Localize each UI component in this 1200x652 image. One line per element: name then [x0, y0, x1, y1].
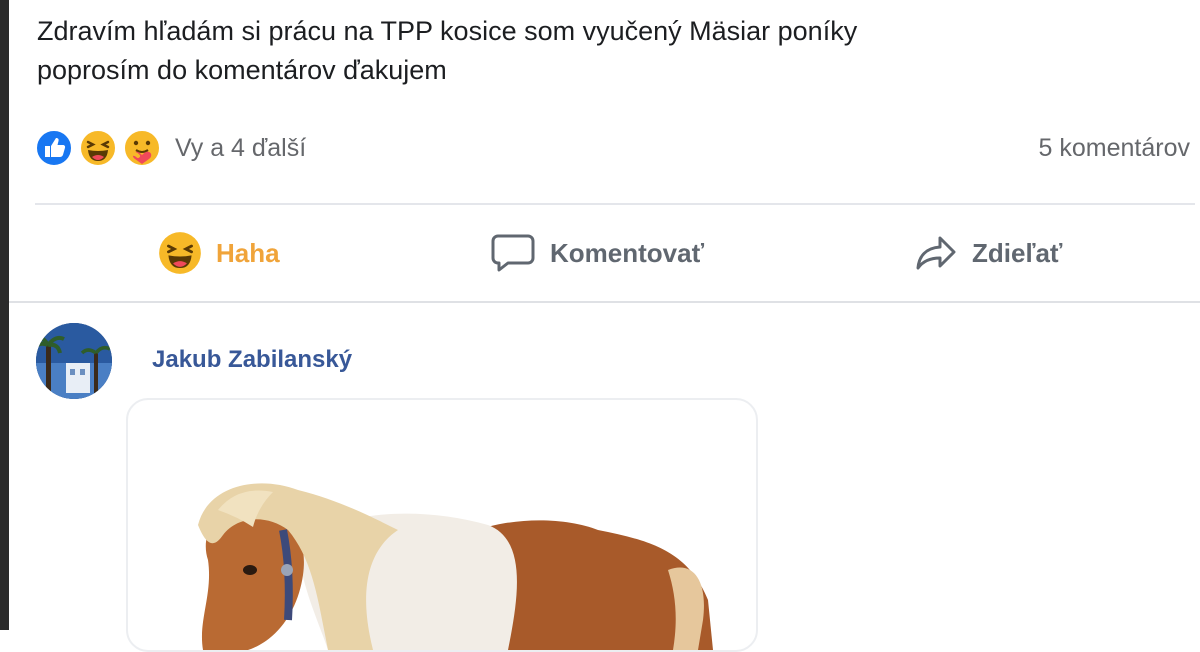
comment-bubble-icon — [491, 234, 535, 272]
comments-divider — [9, 301, 1200, 303]
left-edge-strip — [0, 0, 9, 630]
share-button[interactable]: Zdieľať — [914, 225, 1062, 281]
comments-count-link[interactable]: 5 komentárov — [1039, 134, 1190, 163]
care-icon — [123, 129, 161, 167]
haha-icon — [79, 129, 117, 167]
share-arrow-icon — [916, 236, 956, 270]
commenter-name[interactable]: Jakub Zabilanský — [152, 346, 352, 374]
haha-button-label: Haha — [216, 237, 280, 268]
comment-button-label: Komentovať — [550, 237, 705, 268]
pony-image — [198, 483, 713, 650]
post-text-line-1: Zdravím hľadám si prácu na TPP kosice so… — [37, 16, 858, 46]
haha-reaction-button[interactable]: Haha — [158, 225, 280, 281]
comment-image-attachment[interactable] — [126, 398, 758, 652]
comment-button[interactable]: Komentovať — [490, 225, 704, 281]
haha-icon — [159, 232, 201, 274]
avatar[interactable] — [36, 323, 112, 399]
share-button-label: Zdieľať — [972, 237, 1063, 268]
post-text-line-2: poprosím do komentárov ďakujem — [37, 55, 447, 85]
avatar-photo — [36, 323, 112, 399]
post-text: Zdravím hľadám si prácu na TPP kosice so… — [37, 12, 1157, 90]
actions-top-divider — [35, 203, 1195, 205]
reaction-count-text[interactable]: Vy a 4 ďalší — [175, 134, 306, 163]
reaction-icons[interactable] — [35, 129, 170, 169]
reactions-summary-row: Vy a 4 ďalší 5 komentárov — [35, 127, 1195, 171]
like-icon — [35, 129, 73, 167]
